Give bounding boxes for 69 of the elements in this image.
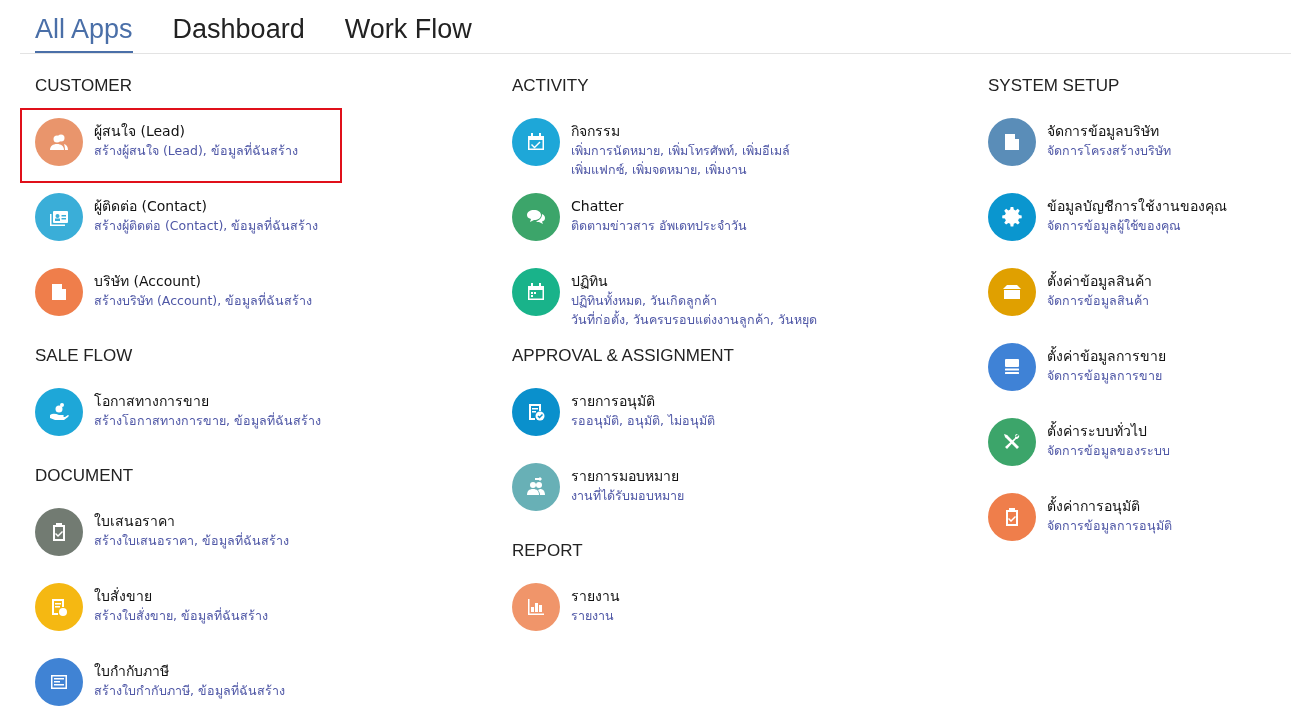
app-description: เพิ่มการนัดหมาย, เพิ่มโทรศัพท์, เพิ่มอีเมล์ xyxy=(571,141,790,160)
app-title: กิจกรรม xyxy=(571,122,621,141)
app-tile[interactable]: กิจกรรม เพิ่มการนัดหมาย, เพิ่มโทรศัพท์, เพิ่มอีเมล์ เพิ่มแฟกซ์, เพิ่มจดหมาย, เพิ่มงาน xyxy=(497,108,819,183)
app-title: ข้อมูลบัญชีการใช้งานของคุณ xyxy=(1047,197,1227,216)
app-description: สร้างใบเสนอราคา, ข้อมูลที่ฉันสร้าง xyxy=(94,531,289,550)
app-description: ปฏิทินทั้งหมด, วันเกิดลูกค้า xyxy=(571,291,718,310)
tab[interactable]: All Apps xyxy=(35,14,133,53)
app-tile[interactable]: ปฏิทิน ปฏิทินทั้งหมด, วันเกิดลูกค้า วันที่ก่อตั้ง, วันครบรอบแต่งงานลูกค้า, วันหยุด xyxy=(497,258,819,333)
app-tile[interactable]: ใบเสนอราคา สร้างใบเสนอราคา, ข้อมูลที่ฉันสร้าง xyxy=(20,498,342,573)
app-title: ผู้ติดต่อ (Contact) xyxy=(94,197,208,216)
app-description: จัดการข้อมูลการอนุมัติ xyxy=(1047,517,1172,535)
app-title: Chatter xyxy=(571,197,625,216)
app-title: ตั้งค่าข้อมูลสินค้า xyxy=(1047,271,1152,291)
app-tile[interactable]: ผู้ติดต่อ (Contact) สร้างผู้ติดต่อ (Contact), ข้อมูลที่ฉันสร้าง xyxy=(20,183,342,258)
app-title: ใบเสนอราคา xyxy=(94,512,176,531)
app-tile[interactable]: จัดการข้อมูลบริษัท จัดการโครงสร้างบริษัท xyxy=(973,108,1291,183)
app-description: จัดการข้อมูลสินค้า xyxy=(1047,292,1150,310)
app-description: จัดการข้อมูลการขาย xyxy=(1047,367,1163,385)
app-description: จัดการข้อมูลผู้ใช้ของคุณ xyxy=(1047,217,1182,235)
app-title: โอกาสทางการขาย xyxy=(94,392,210,411)
app-title: รายการมอบหมาย xyxy=(571,467,680,486)
section-heading: ACTIVITY xyxy=(511,75,590,97)
app-title: ผู้สนใจ (Lead) xyxy=(94,122,186,141)
app-title: ตั้งค่าข้อมูลการขาย xyxy=(1047,346,1166,366)
app-title: จัดการข้อมูลบริษัท xyxy=(1047,122,1160,141)
app-description: สร้างใบกำกับภาษี, ข้อมูลที่ฉันสร้าง xyxy=(94,681,285,700)
app-title: บริษัท (Account) xyxy=(94,272,202,291)
app-title: ใบกำกับภาษี xyxy=(94,662,170,681)
app-tile[interactable]: รายงาน รายงาน xyxy=(497,573,819,648)
app-title: ปฏิทิน xyxy=(571,272,609,291)
app-tile[interactable]: รายการอนุมัติ รออนุมัติ, อนุมัติ, ไม่อนุมัติ xyxy=(497,378,819,453)
section-heading: CUSTOMER xyxy=(34,75,133,97)
section-heading: SALE FLOW xyxy=(34,345,134,367)
app-tile[interactable]: ข้อมูลบัญชีการใช้งานของคุณ จัดการข้อมูลผู้ใช้ของคุณ xyxy=(973,183,1291,258)
app-description: สร้างโอกาสทางการขาย, ข้อมูลที่ฉันสร้าง xyxy=(94,411,321,430)
app-description: สร้างผู้สนใจ (Lead), ข้อมูลที่ฉันสร้าง xyxy=(94,141,298,160)
app-tile[interactable]: บริษัท (Account) สร้างบริษัท (Account), ข้อมูลที่ฉันสร้าง xyxy=(20,258,342,333)
app-description: รออนุมัติ, อนุมัติ, ไม่อนุมัติ xyxy=(571,412,715,430)
app-tile[interactable]: ผู้สนใจ (Lead) สร้างผู้สนใจ (Lead), ข้อมูลที่ฉันสร้าง xyxy=(20,108,342,183)
app-tile[interactable]: ตั้งค่าข้อมูลการขาย จัดการข้อมูลการขาย xyxy=(973,333,1291,408)
app-tile[interactable]: โอกาสทางการขาย สร้างโอกาสทางการขาย, ข้อมูลที่ฉันสร้าง xyxy=(20,378,342,453)
tab[interactable]: Dashboard xyxy=(172,14,305,53)
app-description: สร้างใบสั่งขาย, ข้อมูลที่ฉันสร้าง xyxy=(94,606,268,625)
app-tile[interactable]: ใบสั่งขาย สร้างใบสั่งขาย, ข้อมูลที่ฉันสร้าง xyxy=(20,573,342,648)
app-tile[interactable]: รายการมอบหมาย งานที่ได้รับมอบหมาย xyxy=(497,453,819,528)
app-tile[interactable]: ใบกำกับภาษี สร้างใบกำกับภาษี, ข้อมูลที่ฉันสร้าง xyxy=(20,648,342,723)
app-description: จัดการข้อมูลของระบบ xyxy=(1047,442,1170,460)
app-tile[interactable]: Chatter ติดตามข่าวสาร อัพเดทประจำวัน xyxy=(497,183,819,258)
section-heading: APPROVAL & ASSIGNMENT xyxy=(511,345,735,367)
app-description: งานที่ได้รับมอบหมาย xyxy=(571,486,684,505)
section-heading: DOCUMENT xyxy=(34,465,135,487)
app-title: ตั้งค่าระบบทั่วไป xyxy=(1047,421,1148,441)
app-description: วันที่ก่อตั้ง, วันครบรอบแต่งงานลูกค้า, วันหยุด xyxy=(571,310,817,329)
section-heading: SYSTEM SETUP xyxy=(987,75,1121,97)
section-heading: REPORT xyxy=(511,540,584,562)
app-description: สร้างผู้ติดต่อ (Contact), ข้อมูลที่ฉันสร้าง xyxy=(94,216,319,235)
app-title: ตั้งค่าการอนุมัติ xyxy=(1047,496,1141,516)
app-tile[interactable]: ตั้งค่าการอนุมัติ จัดการข้อมูลการอนุมัติ xyxy=(973,483,1291,558)
app-description: เพิ่มแฟกซ์, เพิ่มจดหมาย, เพิ่มงาน xyxy=(571,160,748,179)
app-title: รายการอนุมัติ xyxy=(571,392,656,411)
app-tile[interactable]: ตั้งค่าข้อมูลสินค้า จัดการข้อมูลสินค้า xyxy=(973,258,1291,333)
app-description: สร้างบริษัท (Account), ข้อมูลที่ฉันสร้าง xyxy=(94,291,313,310)
app-description: จัดการโครงสร้างบริษัท xyxy=(1047,142,1171,160)
tab[interactable]: Work Flow xyxy=(344,14,472,53)
app-title: ใบสั่งขาย xyxy=(94,586,153,606)
app-description: รายงาน xyxy=(571,607,615,625)
app-tile[interactable]: ตั้งค่าระบบทั่วไป จัดการข้อมูลของระบบ xyxy=(973,408,1291,483)
app-description: ติดตามข่าวสาร อัพเดทประจำวัน xyxy=(571,217,747,235)
app-title: รายงาน xyxy=(571,587,620,606)
